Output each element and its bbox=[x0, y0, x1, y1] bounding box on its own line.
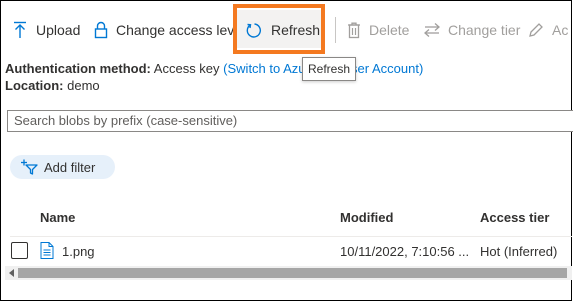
blob-prefix-search-input[interactable]: Search blobs by prefix (case-sensitive) bbox=[7, 110, 573, 132]
delete-button[interactable]: Delete bbox=[347, 4, 409, 56]
change-access-level-button[interactable]: Change access level bbox=[94, 4, 245, 56]
refresh-button[interactable]: Refresh bbox=[246, 4, 320, 56]
lock-icon bbox=[94, 21, 108, 39]
horizontal-scrollbar-thumb[interactable] bbox=[18, 268, 567, 278]
change-access-level-label: Change access level bbox=[116, 22, 246, 38]
add-filter-label: Add filter bbox=[44, 159, 96, 175]
swap-arrows-icon bbox=[424, 23, 440, 37]
location-key: Location: bbox=[5, 78, 64, 93]
location: Location: demo bbox=[5, 78, 100, 93]
location-value: demo bbox=[67, 78, 100, 93]
column-header-name[interactable]: Name bbox=[40, 210, 75, 225]
delete-label: Delete bbox=[369, 22, 410, 38]
column-header-access-tier[interactable]: Access tier bbox=[480, 210, 549, 225]
acquire-lease-label: Ac bbox=[552, 22, 569, 38]
upload-icon bbox=[14, 21, 26, 38]
authentication-method: Authentication method: Access key (Switc… bbox=[5, 61, 423, 76]
auth-method-value: Access key bbox=[153, 61, 220, 76]
file-icon bbox=[40, 242, 54, 259]
header-divider bbox=[10, 236, 572, 237]
toolbar-divider bbox=[335, 17, 336, 43]
upload-button[interactable]: Upload bbox=[12, 4, 80, 56]
scroll-left-icon[interactable] bbox=[6, 266, 18, 280]
add-filter-icon bbox=[21, 159, 38, 175]
row-name[interactable]: 1.png bbox=[62, 244, 95, 259]
pen-icon bbox=[529, 23, 543, 37]
row-modified: 10/11/2022, 7:10:56 ... bbox=[340, 244, 470, 259]
trash-icon bbox=[348, 22, 360, 38]
auth-method-key: Authentication method: bbox=[5, 61, 151, 76]
refresh-icon bbox=[246, 22, 261, 38]
upload-label: Upload bbox=[36, 22, 81, 38]
change-tier-button[interactable]: Change tier bbox=[424, 4, 520, 56]
toolbar: Upload Change access level Refresh Delet… bbox=[0, 4, 574, 56]
acquire-lease-button[interactable]: Ac bbox=[528, 4, 568, 56]
column-header-modified[interactable]: Modified bbox=[340, 210, 393, 225]
row-access-tier: Hot (Inferred) bbox=[480, 244, 558, 259]
row-checkbox[interactable] bbox=[11, 242, 28, 259]
change-tier-label: Change tier bbox=[448, 22, 521, 38]
refresh-label: Refresh bbox=[271, 22, 321, 38]
refresh-tooltip: Refresh bbox=[302, 57, 356, 81]
add-filter-button[interactable]: Add filter bbox=[10, 155, 115, 179]
